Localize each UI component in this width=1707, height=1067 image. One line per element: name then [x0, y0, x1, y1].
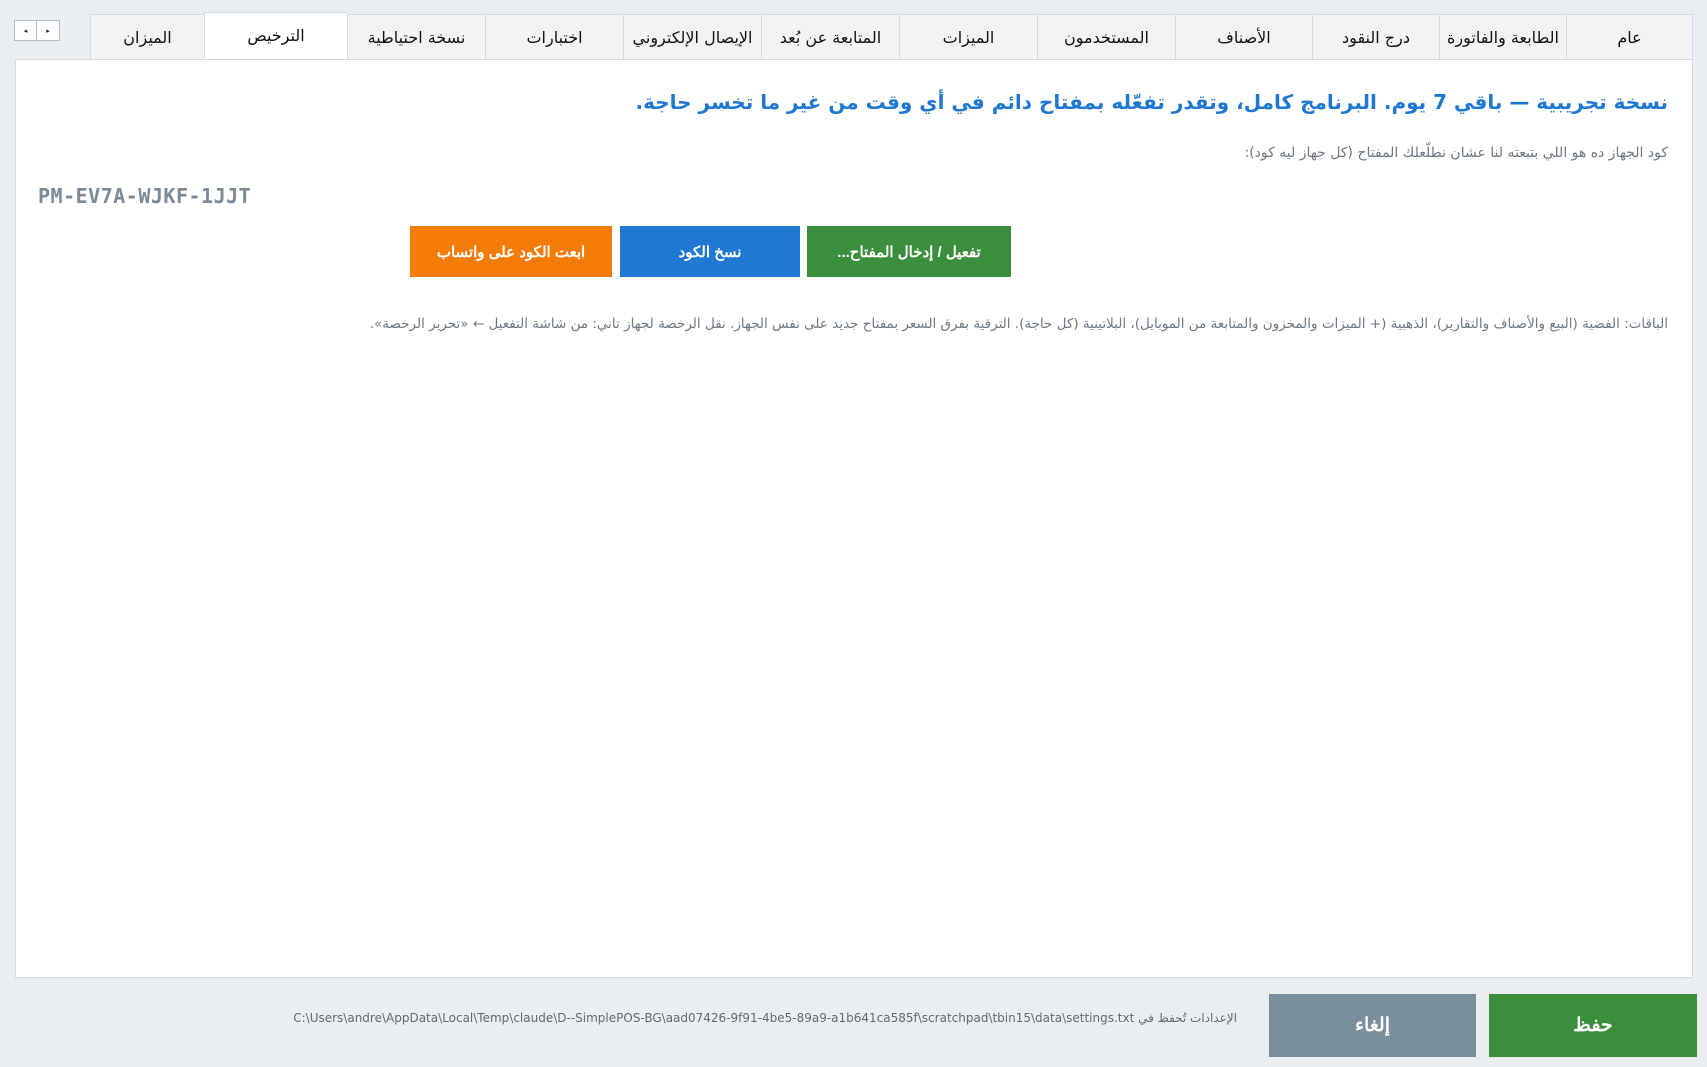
tab-e-receipt[interactable]: الإيصال الإلكتروني — [623, 14, 761, 59]
license-panel: نسخة تجريبية — باقي 7 يوم. البرنامج كامل… — [15, 60, 1693, 978]
tab-items[interactable]: الأصناف — [1175, 14, 1312, 59]
save-button[interactable]: حفظ — [1489, 994, 1697, 1057]
tab-scale[interactable]: الميزان — [90, 14, 204, 59]
tab-general[interactable]: عام — [1566, 14, 1693, 59]
settings-tabs: عام الطابعة والفاتورة درج النقود الأصناف… — [15, 12, 1693, 60]
tab-printer-invoice[interactable]: الطابعة والفاتورة — [1439, 14, 1566, 59]
settings-window: ◂ ▸ عام الطابعة والفاتورة درج النقود الأ… — [0, 0, 1707, 1067]
tab-backup[interactable]: نسخة احتياطية — [347, 14, 485, 59]
copy-code-button[interactable]: نسخ الكود — [620, 226, 800, 277]
device-code-hint: كود الجهاز ده هو اللي بتبعته لنا عشان نط… — [1244, 145, 1668, 161]
tab-features[interactable]: الميزات — [899, 14, 1037, 59]
device-code: PM-EV7A-WJKF-1JJT — [38, 184, 252, 208]
cancel-button[interactable]: إلغاء — [1269, 994, 1476, 1057]
packages-note: الباقات: الفضية (البيع والأصناف والتقاري… — [369, 316, 1668, 332]
settings-path-label: الإعدادات تُحفظ في C:\Users\andre\AppDat… — [293, 1011, 1237, 1025]
trial-status-headline: نسخة تجريبية — باقي 7 يوم. البرنامج كامل… — [635, 90, 1668, 114]
send-whatsapp-button[interactable]: ابعت الكود على واتساب — [410, 226, 612, 277]
tab-tests[interactable]: اختبارات — [485, 14, 623, 59]
activate-key-button[interactable]: تفعيل / إدخال المفتاح... — [807, 226, 1011, 277]
tab-users[interactable]: المستخدمون — [1037, 14, 1175, 59]
tab-license[interactable]: الترخيص — [204, 12, 347, 59]
tab-remote-monitoring[interactable]: المتابعة عن بُعد — [761, 14, 899, 59]
tab-cash-drawer[interactable]: درج النقود — [1312, 14, 1439, 59]
